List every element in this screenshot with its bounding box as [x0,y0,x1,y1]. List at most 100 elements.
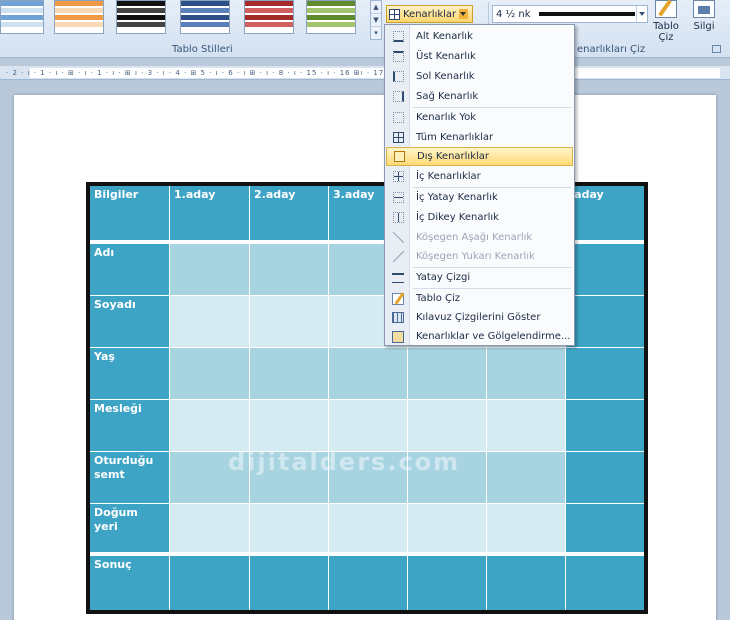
row-label-cell[interactable]: Soyadı [90,296,170,348]
diagonal-up-icon [393,251,404,262]
draw-table-label: Tablo Çiz [653,21,679,43]
horizontal-line-icon [392,272,404,283]
gallery-more-icon[interactable]: ▾ [371,27,381,40]
table-style-swatch-black[interactable] [116,0,166,34]
menu-item-no-border[interactable]: Kenarlık Yok [386,108,573,127]
style-gallery-scroll[interactable]: ▲ ▼ ▾ [370,0,382,40]
menu-item-inside-horizontal[interactable]: İç Yatay Kenarlık [386,188,573,207]
table-cell[interactable] [566,244,644,296]
table-cell[interactable] [566,452,644,504]
table-cell[interactable] [170,400,250,452]
menu-item-draw-table[interactable]: Tablo Çiz [386,289,573,308]
table-header-cell[interactable]: Bilgiler [90,186,170,241]
row-label-cell[interactable]: Doğum yeri [90,504,170,553]
diagonal-down-icon [393,232,404,243]
menu-item-bottom-border[interactable]: Alt Kenarlık [386,27,573,46]
table-cell[interactable] [408,348,487,400]
gallery-up-icon[interactable]: ▲ [371,1,381,14]
chevron-down-icon[interactable] [459,9,469,19]
menu-item-right-border[interactable]: Sağ Kenarlık [386,87,573,106]
table-cell[interactable] [487,348,566,400]
border-inside-icon [392,171,404,182]
group-label-draw-borders: enarlıkları Çiz [577,44,646,55]
pencil-icon [655,0,677,18]
table-cell[interactable] [566,556,644,610]
table-cell[interactable] [329,556,408,610]
table-cell[interactable] [487,504,566,553]
table-cell[interactable] [170,556,250,610]
row-label-cell[interactable]: Yaş [90,348,170,400]
table-style-swatch-blue[interactable] [0,0,44,34]
pen-weight-value: 4 ½ nk [496,8,531,20]
row-label-cell[interactable]: Sonuç [90,556,170,610]
table-cell[interactable] [170,244,250,296]
table-cell[interactable] [566,504,644,553]
row-label-cell[interactable]: Mesleği [90,400,170,452]
table-cell[interactable] [487,556,566,610]
row-label-cell[interactable]: Adı [90,244,170,296]
menu-item-borders-and-shading[interactable]: Kenarlıklar ve Gölgelendirme... [386,327,573,346]
border-none-icon [392,112,404,123]
menu-item-left-border[interactable]: Sol Kenarlık [386,67,573,86]
chevron-down-icon[interactable] [636,6,647,22]
table-row: Sonuç [90,556,644,610]
view-gridlines-icon [392,312,404,323]
menu-item-inside-vertical[interactable]: İç Dikey Kenarlık [386,208,573,227]
border-all-icon [392,132,404,143]
table-cell[interactable] [250,556,329,610]
table-style-swatch-orange[interactable] [54,0,104,34]
row-label-cell[interactable]: Oturduğu semt [90,452,170,504]
table-cell[interactable] [250,504,329,553]
table-cell[interactable] [170,348,250,400]
table-cell[interactable] [566,400,644,452]
menu-item-outside-borders[interactable]: Dış Kenarlıklar [386,147,573,166]
table-row: Doğum yeri [90,504,644,556]
pen-weight-select[interactable]: 4 ½ nk [492,5,648,23]
menu-item-diagonal-down[interactable]: Köşegen Aşağı Kenarlık [386,228,573,247]
table-cell[interactable] [250,244,329,296]
watermark: dijitalders.com [228,448,461,476]
table-style-swatch-red[interactable] [244,0,294,34]
border-right-icon [392,91,404,102]
table-row: Mesleği [90,400,644,452]
table-cell[interactable] [329,400,408,452]
eraser-button[interactable]: Silgi [686,0,722,46]
gallery-down-icon[interactable]: ▼ [371,14,381,27]
table-cell[interactable] [566,348,644,400]
table-cell[interactable] [408,556,487,610]
menu-item-diagonal-up[interactable]: Köşegen Yukarı Kenarlık [386,247,573,266]
borders-icon [389,8,400,20]
border-bottom-icon [392,31,404,42]
table-cell[interactable] [329,348,408,400]
menu-item-inside-borders[interactable]: İç Kenarlıklar [386,167,573,186]
border-inside-horizontal-icon [392,192,404,203]
table-cell[interactable] [170,296,250,348]
group-label-table-styles: Tablo Stilleri [172,44,233,55]
table-cell[interactable] [487,452,566,504]
table-cell[interactable] [566,296,644,348]
table-style-swatch-green[interactable] [306,0,356,34]
menu-item-view-gridlines[interactable]: Kılavuz Çizgilerini Göster [386,308,573,327]
pen-weight-line [538,12,635,16]
table-header-cell[interactable]: 2.aday [250,186,329,241]
table-style-swatch-navy[interactable] [180,0,230,34]
horizontal-ruler[interactable]: · 2 · ı · 1 · ı · ⊞ · ı · 1 · ı · ⊞ ı · … [0,66,730,80]
dialog-launcher-icon[interactable] [712,45,721,53]
table-cell[interactable] [250,348,329,400]
eraser-icon [693,0,715,18]
draw-table-button[interactable]: Tablo Çiz [648,0,684,46]
table-cell[interactable] [250,400,329,452]
menu-item-horizontal-line[interactable]: Yatay Çizgi [386,268,573,287]
borders-button[interactable]: Kenarlıklar [386,5,474,23]
borders-dropdown-menu: Alt Kenarlık Üst Kenarlık Sol Kenarlık S… [384,24,575,346]
table-cell[interactable] [250,296,329,348]
table-header-cell[interactable]: .aday [566,186,644,241]
menu-item-top-border[interactable]: Üst Kenarlık [386,47,573,66]
table-cell[interactable] [170,504,250,553]
table-cell[interactable] [329,504,408,553]
menu-item-all-borders[interactable]: Tüm Kenarlıklar [386,128,573,147]
table-cell[interactable] [408,400,487,452]
table-cell[interactable] [487,400,566,452]
table-cell[interactable] [408,504,487,553]
table-header-cell[interactable]: 1.aday [170,186,250,241]
